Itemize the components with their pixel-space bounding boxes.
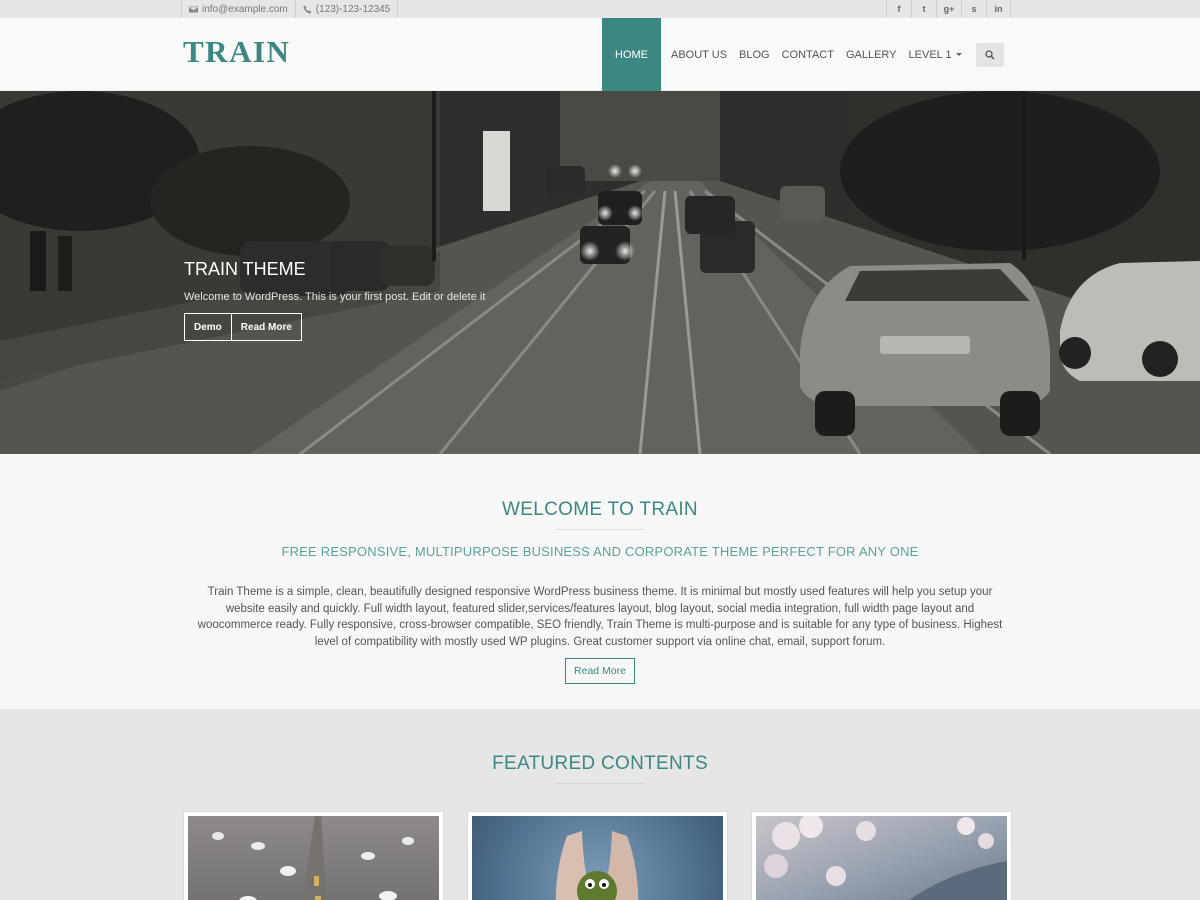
facebook-icon[interactable]: f [886, 0, 911, 18]
search-button[interactable] [975, 42, 1004, 67]
linkedin-icon[interactable]: in [986, 0, 1011, 18]
google-plus-icon[interactable]: g+ [936, 0, 961, 18]
divider [555, 783, 645, 784]
skype-icon[interactable]: s [961, 0, 986, 18]
email-contact[interactable]: info@example.com [181, 0, 295, 18]
featured-cards [184, 812, 1011, 900]
hero-street-image [0, 91, 1200, 454]
envelope-icon [189, 5, 198, 13]
hero-title: TRAIN THEME [184, 259, 306, 279]
top-bar: info@example.com (123)-123-12345 f t g+ … [0, 0, 1200, 18]
featured-card-2[interactable] [468, 812, 727, 900]
nav-about-us[interactable]: ABOUT US [665, 18, 733, 91]
birds-illustration [212, 816, 414, 900]
nav-contact[interactable]: CONTACT [776, 18, 840, 91]
twitter-icon[interactable]: t [911, 0, 936, 18]
featured-image-hands [472, 816, 723, 900]
phone-text: (123)-123-12345 [315, 3, 391, 15]
hero-buttons: Demo Read More [184, 313, 302, 341]
caret-down-icon [955, 53, 962, 56]
featured-title: FEATURED CONTENTS [492, 753, 708, 774]
phone-contact[interactable]: (123)-123-12345 [294, 0, 399, 18]
welcome-title: WELCOME TO TRAIN [502, 499, 698, 520]
nav-level-1-label: LEVEL 1 [908, 48, 952, 61]
nav-home[interactable]: HOME [602, 18, 661, 91]
email-text: info@example.com [202, 3, 288, 15]
phone-icon [303, 4, 312, 14]
featured-section: FEATURED CONTENTS [0, 709, 1200, 900]
blossoms-illustration [764, 816, 1007, 900]
nav-blog[interactable]: BLOG [733, 18, 776, 91]
nav-level-1[interactable]: LEVEL 1 [903, 18, 968, 91]
demo-button[interactable]: Demo [185, 314, 231, 340]
welcome-section: WELCOME TO TRAIN FREE RESPONSIVE, MULTIP… [0, 454, 1200, 709]
hero-text: Welcome to WordPress. This is your first… [184, 291, 486, 303]
site-logo[interactable]: TRAIN [183, 34, 290, 70]
welcome-read-more-button[interactable]: Read More [565, 658, 635, 684]
featured-image-birds [188, 816, 439, 900]
featured-card-3[interactable] [752, 812, 1011, 900]
nav-gallery[interactable]: GALLERY [840, 18, 903, 91]
search-icon [984, 49, 995, 60]
hands-illustration [555, 831, 639, 900]
divider [555, 529, 645, 530]
welcome-subtitle: FREE RESPONSIVE, MULTIPURPOSE BUSINESS A… [281, 544, 919, 559]
site-header: TRAIN HOME ABOUT US BLOG CONTACT GALLERY… [0, 18, 1200, 91]
main-nav: HOME ABOUT US BLOG CONTACT GALLERY LEVEL… [602, 18, 1004, 91]
welcome-body: Train Theme is a simple, clean, beautifu… [197, 586, 1003, 648]
featured-card-1[interactable] [184, 812, 443, 900]
featured-image-blossoms [756, 816, 1007, 900]
hero-slider: TRAIN THEME Welcome to WordPress. This i… [0, 91, 1200, 454]
hero-read-more-button[interactable]: Read More [230, 314, 301, 340]
